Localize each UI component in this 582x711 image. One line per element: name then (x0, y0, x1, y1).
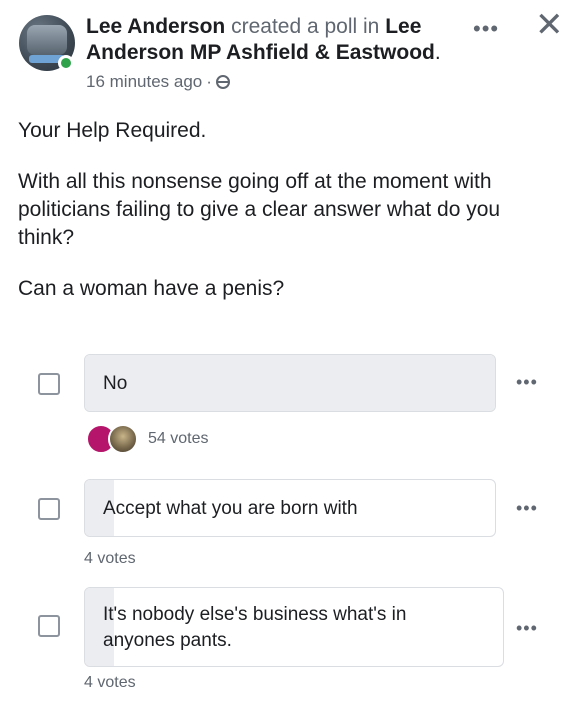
author-name[interactable]: Lee Anderson (86, 15, 225, 38)
group-name-part2[interactable]: Anderson MP Ashfield & Eastwood (86, 41, 435, 64)
voter-avatar (108, 424, 138, 454)
poll-option-1[interactable]: No (84, 354, 496, 412)
poll-option-1-votes: 54 votes (148, 430, 209, 447)
poll-option-3-votes[interactable]: 4 votes (84, 674, 136, 692)
post-time[interactable]: 16 minutes ago (86, 72, 202, 92)
poll-option-2-label: Accept what you are born with (103, 498, 358, 519)
online-status-icon (58, 55, 74, 71)
poll-option-3-checkbox[interactable] (38, 615, 60, 637)
post-header: Lee Anderson created a poll in Lee Ander… (0, 0, 582, 110)
poll-option-1-label: No (103, 373, 128, 394)
poll-option-1-fill (85, 355, 495, 411)
post-line-question-intro: With all this nonsense going off at the … (18, 170, 501, 249)
post-body: Your Help Required. With all this nonsen… (18, 117, 558, 326)
group-name-part1[interactable]: Lee (385, 15, 421, 38)
post-author-line: Lee Anderson created a poll in Lee Ander… (86, 14, 456, 66)
poll-option-3-label: It's nobody else's business what's in an… (103, 604, 407, 651)
post-action: created a poll in (231, 15, 380, 38)
poll-option-1-voters[interactable]: 54 votes (86, 424, 208, 454)
globe-icon (215, 75, 230, 89)
poll-option-3[interactable]: It's nobody else's business what's in an… (84, 587, 504, 667)
poll-option-2-checkbox[interactable] (38, 498, 60, 520)
close-icon[interactable]: ✕ (535, 8, 564, 42)
poll-option-3-more-icon[interactable]: ••• (516, 618, 538, 639)
post-line-help: Your Help Required. (18, 119, 207, 142)
poll-option-2[interactable]: Accept what you are born with (84, 479, 496, 537)
poll-option-2-votes[interactable]: 4 votes (84, 550, 136, 568)
avatar-photo (27, 25, 67, 55)
period: . (434, 41, 441, 64)
poll-option-1-checkbox[interactable] (38, 373, 60, 395)
poll-option-1-more-icon[interactable]: ••• (516, 372, 538, 393)
meta-separator: · (206, 72, 212, 91)
more-icon[interactable]: ••• (473, 16, 499, 42)
post-line-question: Can a woman have a penis? (18, 277, 285, 300)
post-meta: 16 minutes ago · (86, 72, 230, 92)
poll-option-2-more-icon[interactable]: ••• (516, 498, 538, 519)
